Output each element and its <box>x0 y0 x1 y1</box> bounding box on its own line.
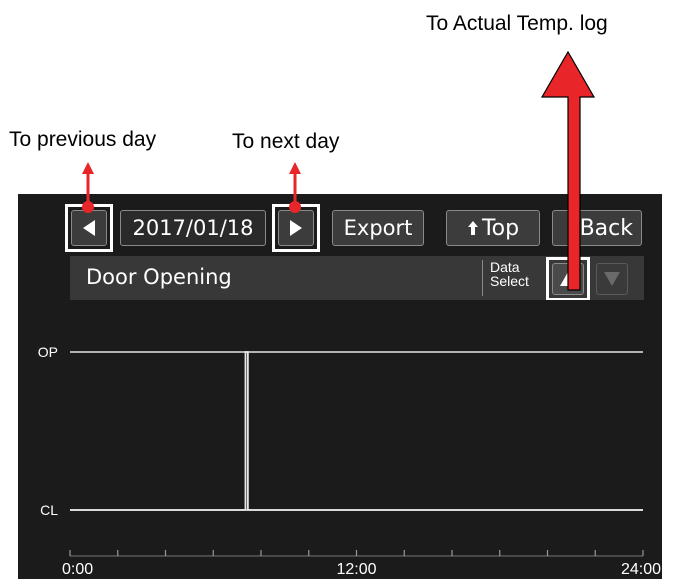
next-day-arrowhead <box>289 162 301 174</box>
previous-day-highlight <box>65 204 113 252</box>
next-day-highlight <box>272 204 320 252</box>
up-arrow-icon <box>467 221 478 235</box>
chart-area <box>70 300 644 556</box>
data-up-highlight <box>546 257 590 301</box>
data-select-line-1: Data <box>490 259 520 275</box>
top-label: Top <box>481 215 520 241</box>
down-triangle-icon <box>604 272 620 286</box>
export-button[interactable]: Export <box>332 210 424 246</box>
next-day-annotation: To next day <box>232 130 340 153</box>
back-label: Back <box>579 215 633 241</box>
back-button[interactable]: Back <box>552 210 642 246</box>
actual-temp-log-annotation: To Actual Temp. log <box>426 12 608 35</box>
date-text: 2017/01/18 <box>132 216 254 240</box>
top-button[interactable]: Top <box>446 210 540 246</box>
date-display: 2017/01/18 <box>120 210 266 246</box>
data-select-line-2: Select <box>490 273 529 289</box>
panel-title: Door Opening <box>86 265 232 289</box>
previous-day-annotation: To previous day <box>9 128 157 151</box>
export-label: Export <box>343 216 413 240</box>
header-divider <box>482 260 483 296</box>
data-down-button[interactable] <box>596 263 628 295</box>
data-select-label: Data Select <box>490 260 529 288</box>
previous-day-arrowhead <box>82 162 94 174</box>
